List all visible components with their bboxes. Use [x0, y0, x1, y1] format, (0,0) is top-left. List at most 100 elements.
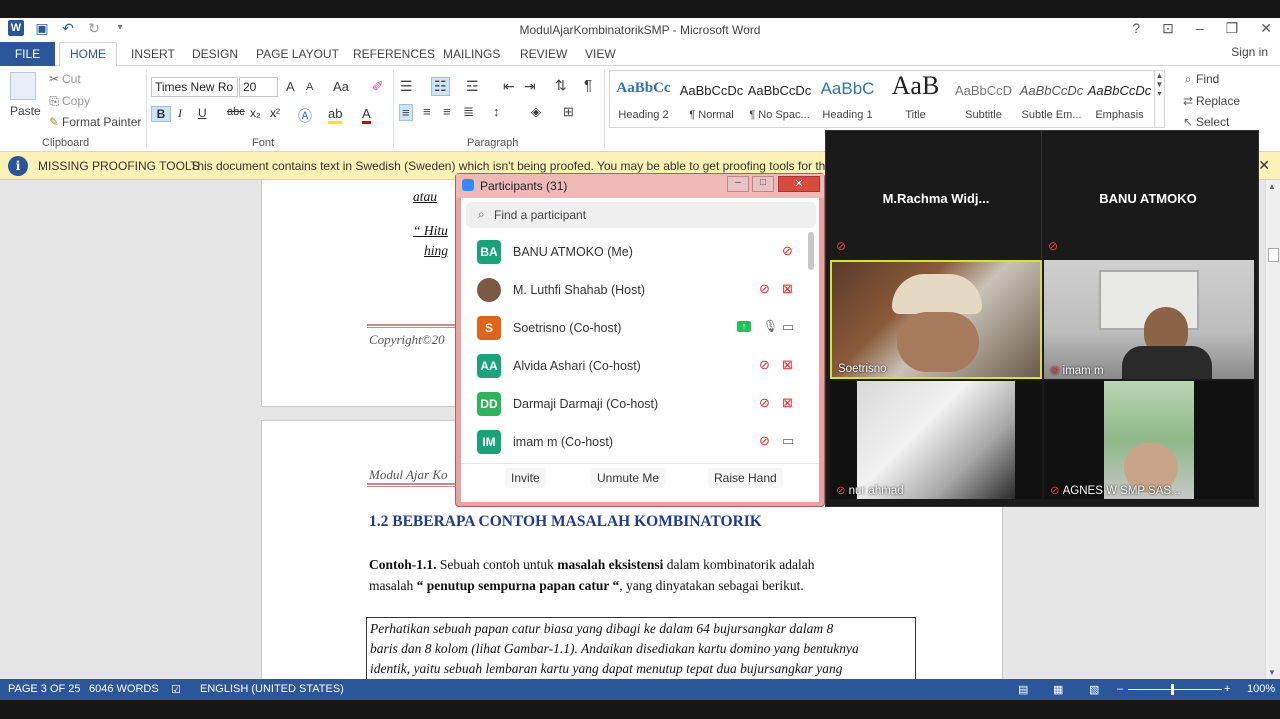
multilevel-list-icon[interactable]: ☲: [466, 78, 479, 95]
style-no-spacing[interactable]: AaBbCcDc ¶ No Spac...: [746, 71, 813, 127]
doc-text: atau: [413, 189, 438, 204]
shading-icon[interactable]: ◈: [531, 104, 541, 120]
styles-scroll[interactable]: ▲ ▼ ▾: [1154, 71, 1164, 127]
participant-row[interactable]: IM imam m (Co-host) ⊘ ▭: [461, 423, 806, 461]
borders-icon[interactable]: ⊞: [563, 104, 574, 120]
clear-formatting-icon[interactable]: ✐: [372, 78, 384, 95]
highlight-icon[interactable]: ab: [328, 106, 343, 124]
strikethrough-button[interactable]: abc: [227, 106, 245, 118]
shrink-font-button[interactable]: A: [306, 81, 313, 93]
footer-rule: [367, 324, 457, 328]
minimize-button[interactable]: –: [1196, 20, 1204, 37]
zoom-out-button[interactable]: –: [1117, 683, 1123, 695]
numbering-icon[interactable]: ☷: [431, 77, 450, 96]
style-title[interactable]: AaB Title: [882, 71, 949, 127]
font-size-combo[interactable]: 20: [239, 77, 278, 97]
avatar: IM: [477, 430, 501, 454]
tab-insert[interactable]: INSERT: [131, 47, 175, 61]
participant-row[interactable]: S Soetrisno (Co-host) ↑ 🎙 ▭: [461, 309, 806, 347]
video-tile[interactable]: Soetrisno: [830, 260, 1042, 379]
close-icon[interactable]: ✕: [1258, 157, 1270, 174]
tab-references[interactable]: REFERENCES: [353, 47, 435, 61]
restore-button[interactable]: ❐: [1226, 20, 1239, 37]
minimize-button[interactable]: –: [727, 176, 749, 192]
tab-file[interactable]: FILE: [0, 42, 55, 66]
style-normal[interactable]: AaBbCcDc ¶ Normal: [678, 71, 745, 127]
tab-design[interactable]: DESIGN: [192, 47, 238, 61]
format-painter-button[interactable]: Format Painter: [62, 115, 141, 129]
align-left-icon[interactable]: ≡: [399, 104, 413, 121]
decrease-indent-icon[interactable]: ⇤: [503, 78, 515, 95]
style-emphasis[interactable]: AaBbCcDc Emphasis: [1086, 71, 1153, 127]
cut-button[interactable]: Cut: [62, 72, 81, 86]
zoom-in-button[interactable]: +: [1224, 683, 1230, 695]
word-count[interactable]: 6046 WORDS: [89, 683, 159, 695]
find-button[interactable]: Find: [1196, 72, 1219, 86]
tab-review[interactable]: REVIEW: [520, 47, 567, 61]
print-layout-icon[interactable]: ▦: [1053, 683, 1063, 696]
scroll-down-icon[interactable]: ▼: [1268, 668, 1276, 677]
text-effects-icon[interactable]: Ⓐ: [298, 106, 312, 126]
tab-mailings[interactable]: MAILINGS: [443, 47, 500, 61]
ribbon-display-icon[interactable]: ⊡: [1162, 20, 1174, 37]
line-spacing-icon[interactable]: ↕: [493, 104, 500, 119]
zoom-slider[interactable]: [1128, 689, 1222, 690]
subscript-button[interactable]: x₂: [250, 106, 261, 120]
bold-button[interactable]: B: [151, 106, 171, 122]
unmute-me-button[interactable]: Unmute Me: [591, 468, 666, 488]
style-subtle-emphasis[interactable]: AaBbCcDc Subtle Em...: [1018, 71, 1085, 127]
page-count[interactable]: PAGE 3 OF 25: [8, 683, 81, 695]
close-button[interactable]: ✕: [1260, 20, 1272, 37]
bullets-icon[interactable]: ☰: [400, 78, 413, 95]
paste-button[interactable]: Paste: [10, 104, 41, 118]
proofing-icon[interactable]: ☑: [171, 683, 181, 696]
video-tile[interactable]: ⊘ AGNES W SMP SAS...: [1044, 381, 1254, 499]
style-heading-1[interactable]: AaBbC Heading 1: [814, 71, 881, 127]
list-scrollbar-thumb[interactable]: [808, 232, 814, 270]
replace-button[interactable]: Replace: [1196, 94, 1240, 108]
zoom-level[interactable]: 100%: [1247, 683, 1275, 695]
help-button[interactable]: ?: [1132, 20, 1140, 37]
sort-icon[interactable]: ⇅: [555, 77, 567, 94]
align-center-icon[interactable]: ≡: [423, 104, 431, 119]
italic-button[interactable]: I: [178, 106, 182, 121]
raise-hand-button[interactable]: Raise Hand: [708, 468, 783, 488]
sign-in-link[interactable]: Sign in: [1231, 45, 1268, 59]
zoom-slider-thumb[interactable]: [1171, 684, 1174, 695]
style-heading-2[interactable]: AaBbCc Heading 2: [610, 71, 677, 127]
invite-button[interactable]: Invite: [505, 468, 546, 488]
justify-icon[interactable]: ≣: [463, 104, 474, 120]
copy-button[interactable]: Copy: [62, 94, 90, 108]
tab-home[interactable]: HOME: [59, 42, 117, 67]
superscript-button[interactable]: x²: [270, 106, 280, 120]
change-case-button[interactable]: Aa: [333, 79, 349, 94]
tab-page-layout[interactable]: PAGE LAYOUT: [256, 47, 339, 61]
style-subtitle[interactable]: AaBbCcD Subtitle: [950, 71, 1017, 127]
participant-search[interactable]: ⌕ Find a participant: [466, 202, 816, 228]
font-name-combo[interactable]: Times New Ro: [151, 77, 238, 97]
language-indicator[interactable]: ENGLISH (UNITED STATES): [200, 683, 344, 695]
font-color-icon[interactable]: A: [362, 106, 371, 124]
scroll-up-icon[interactable]: ▲: [1268, 182, 1276, 191]
video-tile[interactable]: ⊘ imam m: [1044, 260, 1254, 379]
search-placeholder[interactable]: Find a participant: [494, 208, 586, 222]
scrollbar-thumb[interactable]: [1268, 248, 1279, 262]
web-layout-icon[interactable]: ▧: [1089, 683, 1099, 696]
maximize-button[interactable]: □: [752, 176, 774, 192]
select-button[interactable]: Select: [1196, 115, 1229, 129]
participant-row[interactable]: AA Alvida Ashari (Co-host) ⊘ ⊠: [461, 347, 806, 385]
grow-font-button[interactable]: A: [286, 79, 295, 94]
underline-button[interactable]: U: [198, 106, 207, 120]
participant-row[interactable]: DD Darmaji Darmaji (Co-host) ⊘ ⊠: [461, 385, 806, 423]
paste-icon[interactable]: [10, 72, 36, 100]
video-tile[interactable]: ⊘ nur ahmad: [830, 381, 1042, 499]
vertical-scrollbar[interactable]: ▲ ▼: [1265, 180, 1280, 679]
show-formatting-icon[interactable]: ¶: [584, 77, 592, 94]
increase-indent-icon[interactable]: ⇥: [524, 78, 536, 95]
read-mode-icon[interactable]: ▤: [1018, 683, 1028, 696]
close-button[interactable]: ✕: [778, 176, 820, 192]
participant-row[interactable]: BA BANU ATMOKO (Me) ⊘: [461, 233, 806, 271]
participant-row[interactable]: M. Luthfi Shahab (Host) ⊘ ⊠: [461, 271, 806, 309]
tab-view[interactable]: VIEW: [585, 47, 616, 61]
align-right-icon[interactable]: ≡: [443, 104, 451, 119]
